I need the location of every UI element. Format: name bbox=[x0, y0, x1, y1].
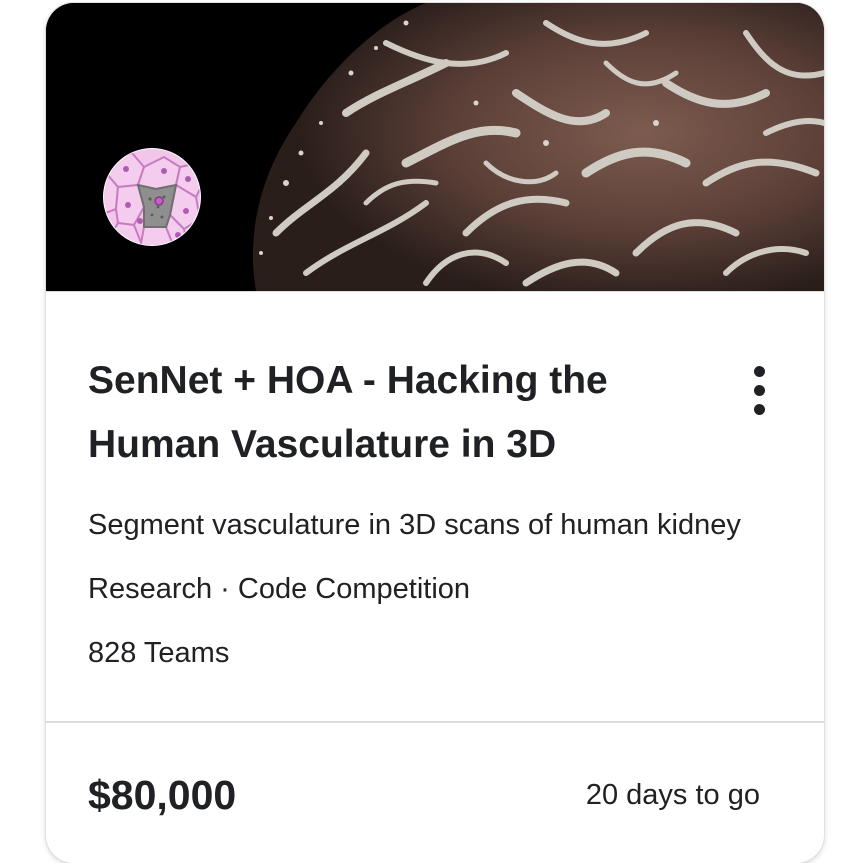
team-count: 828 Teams bbox=[88, 637, 230, 669]
avatar bbox=[104, 149, 200, 245]
prize-amount: $80,000 bbox=[88, 772, 237, 818]
more-vertical-icon-dot bbox=[754, 385, 765, 396]
banner-divider bbox=[46, 291, 824, 292]
more-vertical-icon bbox=[754, 366, 765, 377]
vasculature-3d-render-image bbox=[46, 3, 824, 291]
cell-tissue-icon bbox=[104, 149, 200, 245]
footer-divider bbox=[46, 721, 824, 723]
deadline-text: 20 days to go bbox=[585, 779, 760, 811]
competition-category: Research · Code Competition bbox=[88, 573, 471, 605]
more-vertical-icon-dot bbox=[754, 404, 765, 415]
competition-title[interactable]: SenNet + HOA - Hacking the Human Vascula… bbox=[88, 349, 728, 477]
competition-description: Segment vasculature in 3D scans of human… bbox=[88, 509, 741, 541]
competition-banner-image bbox=[46, 3, 824, 291]
more-options-button[interactable] bbox=[740, 363, 780, 419]
competition-card[interactable]: SenNet + HOA - Hacking the Human Vascula… bbox=[46, 3, 824, 863]
